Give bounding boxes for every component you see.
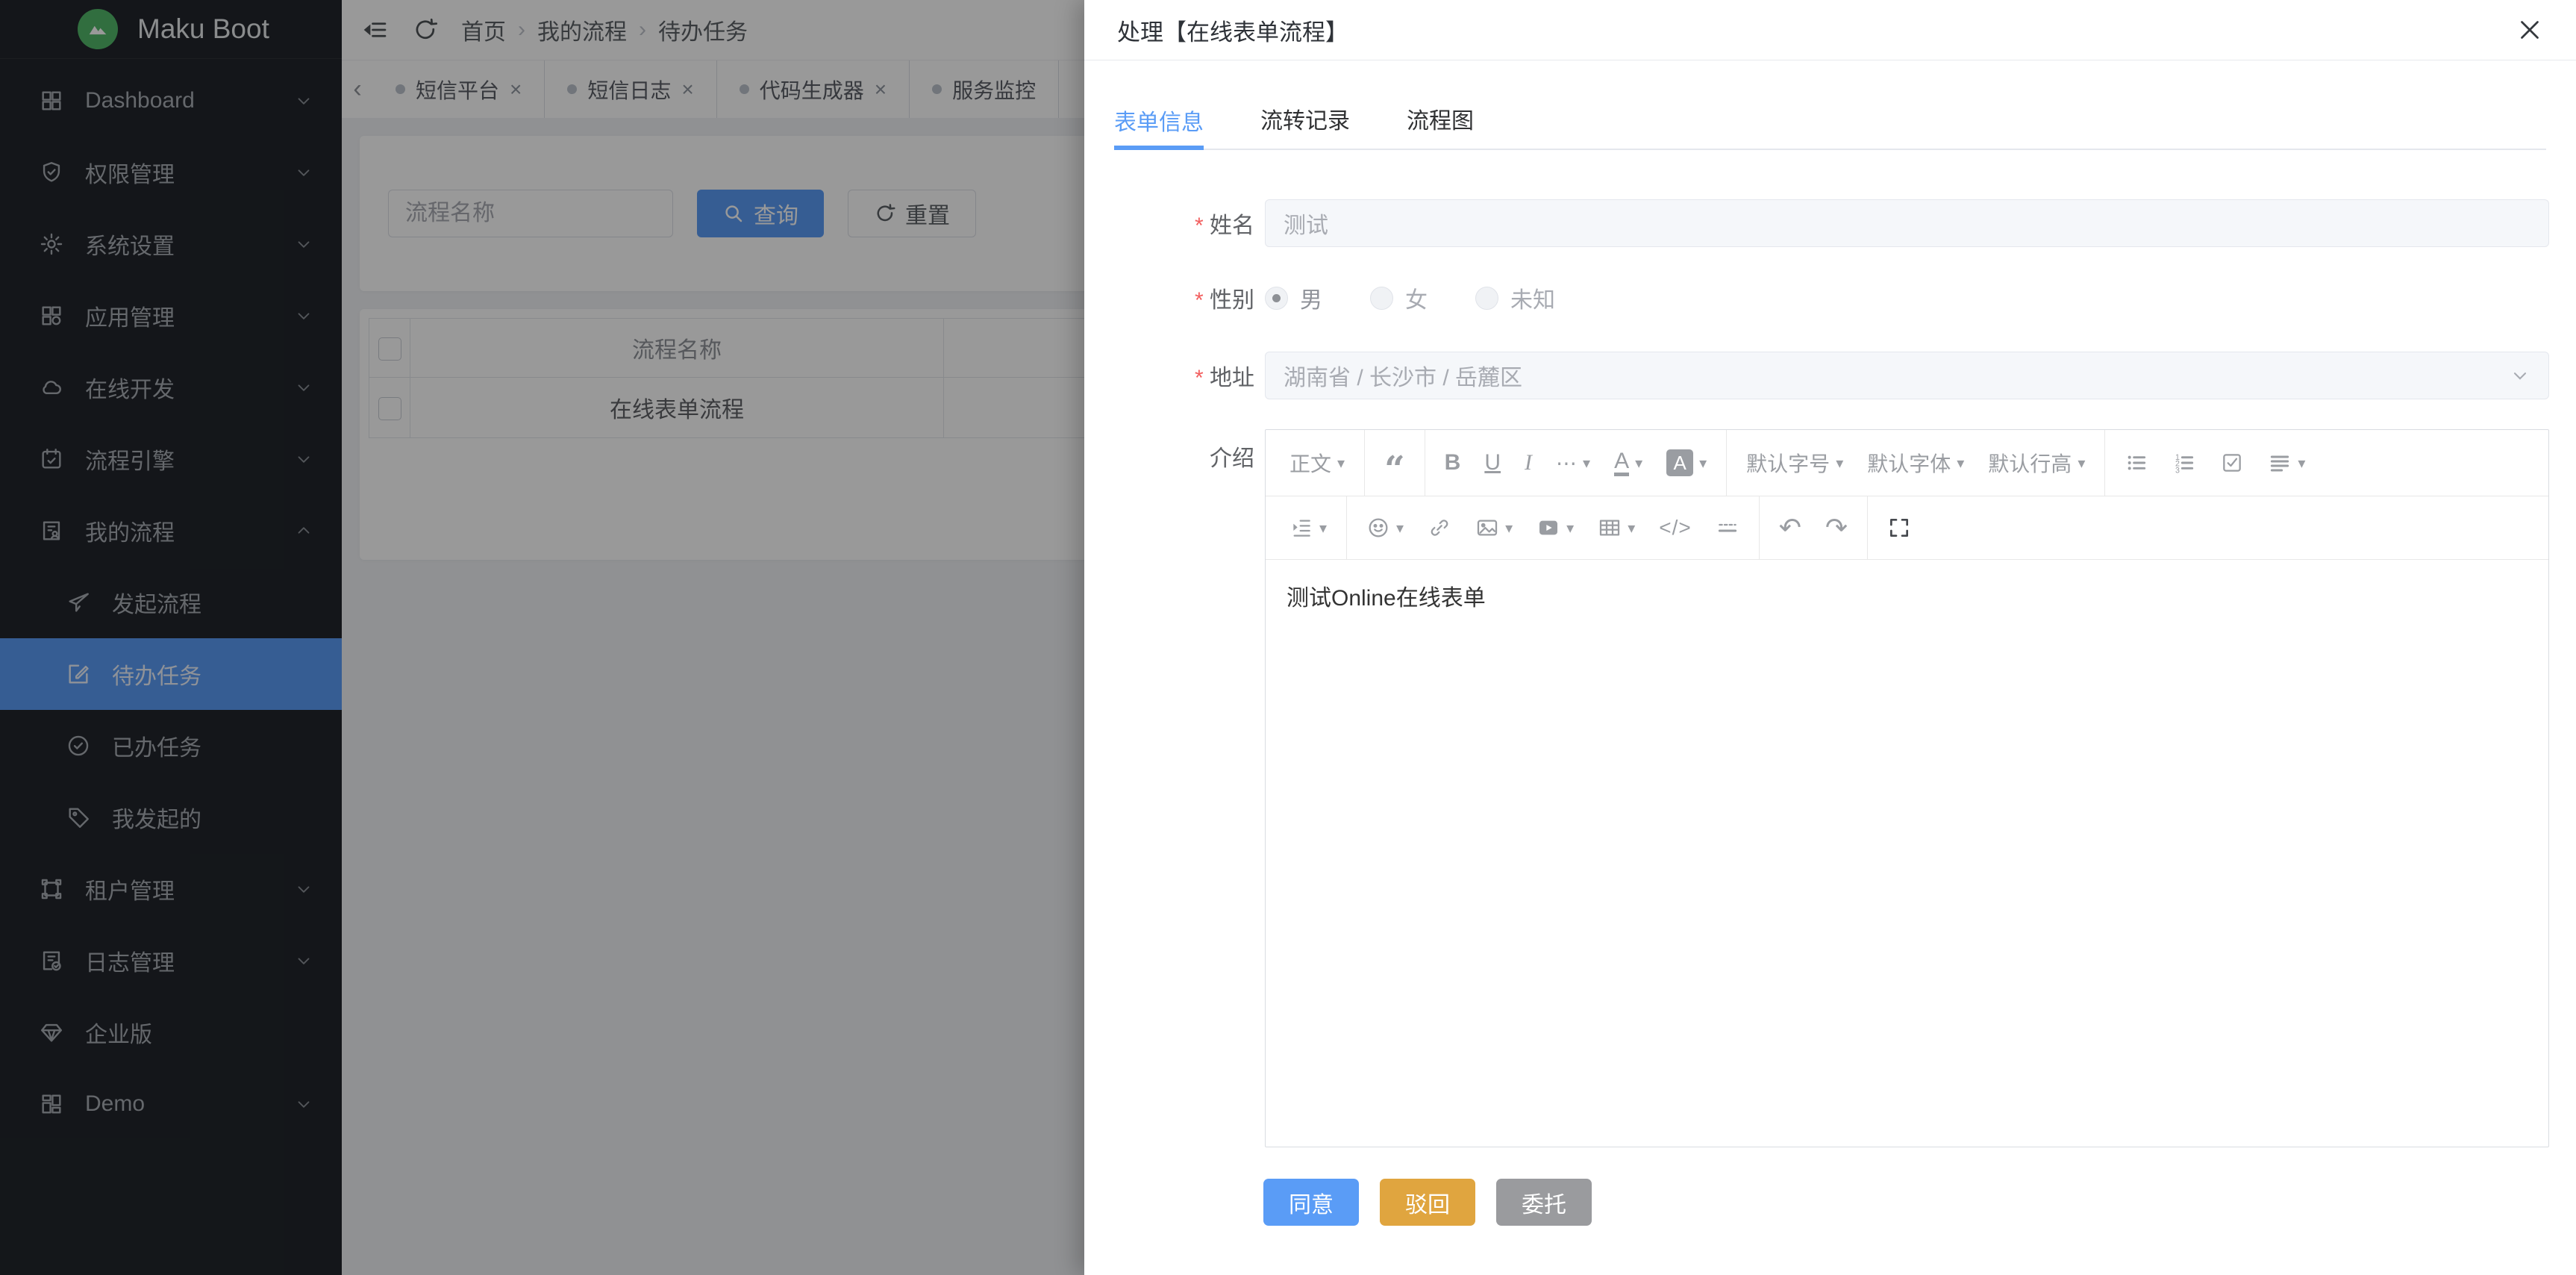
toolbar-divider	[2104, 430, 2105, 496]
bold-button[interactable]: B	[1433, 430, 1473, 496]
align-justify-icon	[2268, 451, 2292, 475]
caret-down-icon: ▾	[1505, 519, 1513, 537]
font-family-dropdown[interactable]: 默认字体 ▾	[1855, 430, 1976, 496]
address-field-row: 地址 湖南省 / 长沙市 / 岳麓区	[1084, 352, 2576, 399]
radio-circle-icon	[1265, 287, 1288, 310]
gender-field-row: 性别 男 女 未知	[1084, 277, 2576, 319]
align-dropdown[interactable]: ▾	[2256, 430, 2317, 496]
bg-color-dropdown[interactable]: A ▾	[1654, 430, 1719, 496]
bullet-list-button[interactable]	[2113, 430, 2160, 496]
horizontal-rule-icon	[1716, 516, 1739, 540]
reject-button[interactable]: 驳回	[1380, 1179, 1475, 1226]
blockquote-icon[interactable]: “	[1372, 423, 1417, 502]
insert-link-button[interactable]	[1416, 496, 1463, 559]
caret-down-icon: ▾	[1396, 519, 1404, 537]
radio-female[interactable]: 女	[1370, 281, 1428, 314]
caret-down-icon: ▾	[1957, 454, 1964, 473]
address-label: 地址	[1084, 359, 1265, 392]
emoji-icon	[1366, 516, 1390, 540]
undo-button[interactable]: ↶	[1767, 496, 1813, 559]
editor-toolbar-row2: ▾ ▾ ▾ ▾ ▾	[1266, 496, 2548, 560]
video-icon	[1536, 516, 1560, 540]
line-height-dropdown[interactable]: 默认行高 ▾	[1976, 430, 2097, 496]
insert-video-dropdown[interactable]: ▾	[1525, 496, 1586, 559]
caret-down-icon: ▾	[1566, 519, 1574, 537]
emoji-dropdown[interactable]: ▾	[1354, 496, 1416, 559]
fullscreen-button[interactable]	[1875, 496, 1923, 559]
caret-down-icon: ▾	[1836, 454, 1843, 473]
font-color-dropdown[interactable]: A ▾	[1602, 430, 1654, 496]
link-icon	[1428, 516, 1451, 540]
bullet-list-icon	[2125, 451, 2148, 475]
toolbar-divider	[1759, 496, 1760, 559]
name-input[interactable]: 测试	[1265, 199, 2549, 247]
table-icon	[1598, 516, 1622, 540]
tab-flow-records[interactable]: 流转记录	[1260, 102, 1350, 149]
intro-field-row: 介绍 正文 ▾ “ B U I ⋯ ▾ A ▾	[1084, 429, 2576, 1147]
rich-text-editor: 正文 ▾ “ B U I ⋯ ▾ A ▾ A ▾	[1265, 429, 2549, 1147]
caret-down-icon: ▾	[1699, 454, 1707, 473]
intro-label: 介绍	[1084, 429, 1265, 473]
drawer-tabs: 表单信息 流转记录 流程图	[1114, 60, 2546, 150]
radio-circle-icon	[1475, 287, 1498, 310]
todo-list-button[interactable]	[2208, 430, 2256, 496]
indent-icon	[1289, 516, 1313, 540]
caret-down-icon: ▾	[1635, 454, 1642, 473]
caret-down-icon: ▾	[2078, 454, 2085, 473]
toolbar-divider	[1726, 430, 1727, 496]
drawer-actions: 同意 驳回 委托	[1263, 1179, 2576, 1226]
radio-male[interactable]: 男	[1265, 281, 1322, 314]
drawer-title: 处理【在线表单流程】	[1117, 13, 2516, 47]
numbered-list-icon	[2172, 451, 2196, 475]
todo-checkbox-icon	[2220, 451, 2244, 475]
insert-divider-button[interactable]	[1704, 496, 1751, 559]
process-drawer: 处理【在线表单流程】 表单信息 流转记录 流程图 姓名 测试 性别 男 女 未知…	[1084, 0, 2576, 1275]
toolbar-divider	[1867, 496, 1868, 559]
italic-button[interactable]: I	[1513, 430, 1544, 496]
tab-flow-diagram[interactable]: 流程图	[1407, 102, 1474, 149]
editor-toolbar-row1: 正文 ▾ “ B U I ⋯ ▾ A ▾ A ▾	[1266, 430, 2548, 496]
radio-unknown[interactable]: 未知	[1475, 281, 1555, 314]
fullscreen-icon	[1887, 516, 1911, 540]
underline-button[interactable]: U	[1472, 430, 1513, 496]
gender-label: 性别	[1084, 281, 1265, 314]
code-block-button[interactable]: </>	[1647, 496, 1703, 559]
toolbar-divider	[1364, 430, 1365, 496]
chevron-down-icon	[2510, 365, 2530, 386]
name-label: 姓名	[1084, 207, 1265, 240]
indent-dropdown[interactable]: ▾	[1278, 496, 1339, 559]
caret-down-icon: ▾	[1628, 519, 1635, 537]
caret-down-icon: ▾	[1583, 454, 1590, 473]
editor-content[interactable]: 测试Online在线表单	[1266, 560, 2548, 1147]
drawer-header: 处理【在线表单流程】	[1084, 0, 2576, 60]
caret-down-icon: ▾	[1319, 519, 1327, 537]
image-icon	[1475, 516, 1499, 540]
insert-table-dropdown[interactable]: ▾	[1586, 496, 1647, 559]
caret-down-icon: ▾	[2298, 454, 2305, 473]
numbered-list-button[interactable]	[2160, 430, 2208, 496]
toolbar-divider	[1346, 496, 1347, 559]
paragraph-style-dropdown[interactable]: 正文 ▾	[1278, 430, 1357, 496]
redo-button[interactable]: ↷	[1813, 496, 1860, 559]
agree-button[interactable]: 同意	[1263, 1179, 1359, 1226]
radio-circle-icon	[1370, 287, 1393, 310]
close-icon[interactable]	[2516, 16, 2543, 43]
tab-form-info[interactable]: 表单信息	[1114, 104, 1204, 150]
insert-image-dropdown[interactable]: ▾	[1463, 496, 1525, 559]
address-select[interactable]: 湖南省 / 长沙市 / 岳麓区	[1265, 352, 2549, 399]
name-field-row: 姓名 测试	[1084, 199, 2576, 247]
font-size-dropdown[interactable]: 默认字号 ▾	[1734, 430, 1855, 496]
caret-down-icon: ▾	[1337, 454, 1345, 473]
delegate-button[interactable]: 委托	[1496, 1179, 1592, 1226]
more-styles-dropdown[interactable]: ⋯ ▾	[1544, 430, 1602, 496]
